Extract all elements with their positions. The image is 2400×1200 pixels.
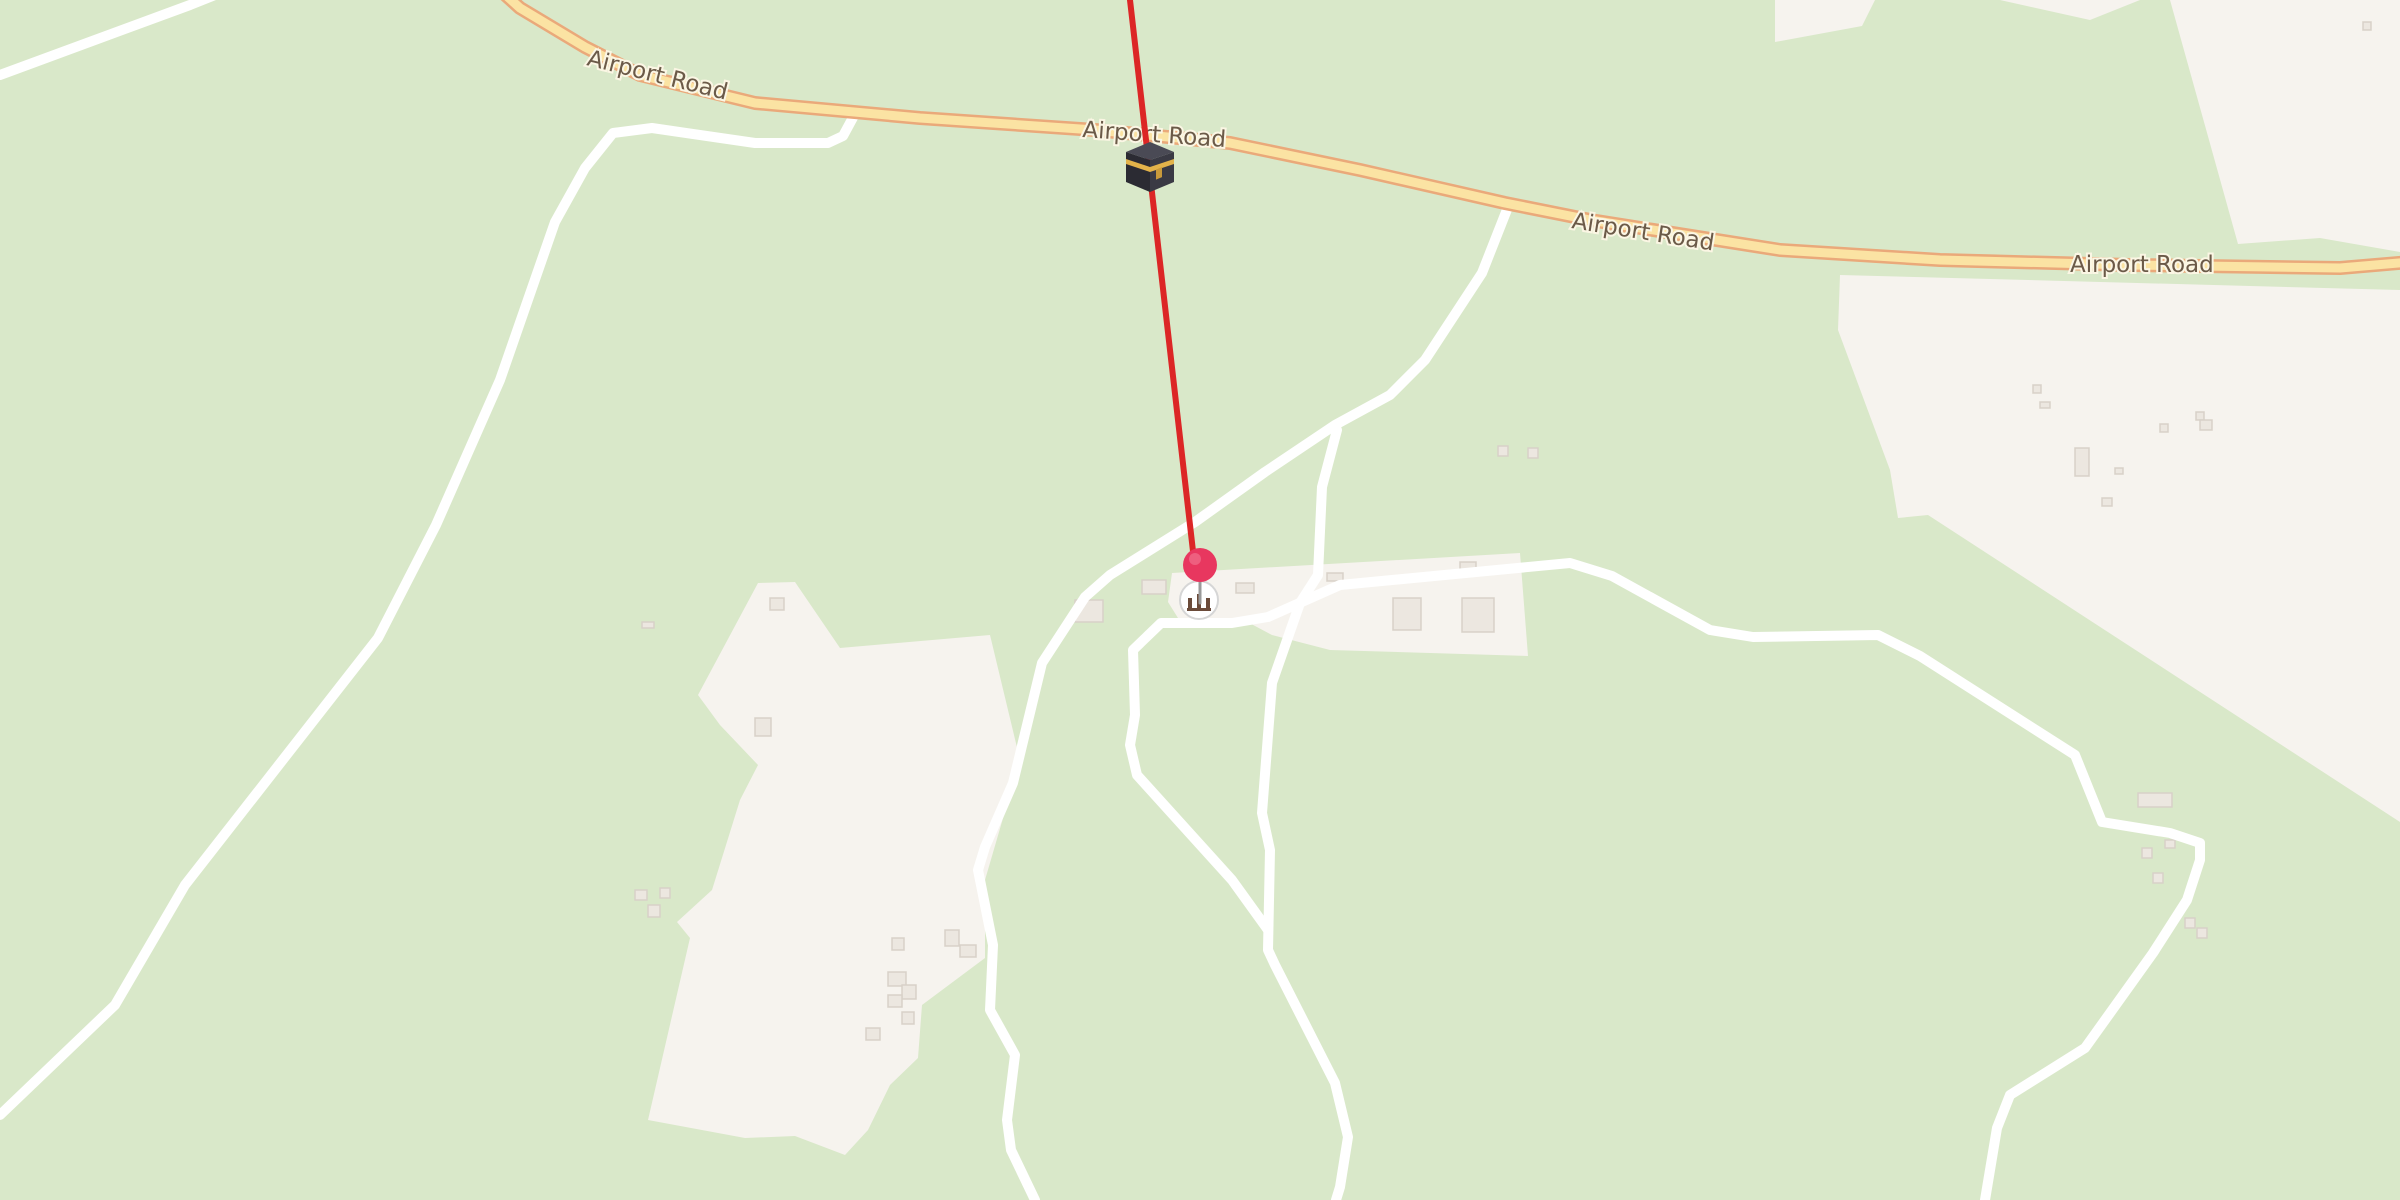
building	[1392, 597, 1422, 631]
building	[887, 994, 903, 1008]
building	[2159, 423, 2169, 433]
building	[2141, 847, 2153, 859]
building	[891, 937, 905, 951]
building	[2152, 872, 2164, 884]
building	[1527, 447, 1539, 459]
building	[1326, 572, 1344, 582]
building	[959, 944, 977, 958]
pin-highlight	[1189, 553, 1201, 565]
building	[901, 984, 917, 1000]
building	[2196, 927, 2208, 939]
building	[2074, 447, 2090, 477]
building	[944, 929, 960, 947]
map-canvas[interactable]: Airport Road Airport Road Airport Road A…	[0, 0, 2400, 1200]
building	[2101, 497, 2113, 507]
building	[887, 971, 907, 987]
building	[754, 717, 772, 737]
building	[641, 621, 655, 629]
building	[2362, 21, 2372, 31]
building	[2032, 384, 2042, 394]
building	[2184, 917, 2196, 929]
building	[2114, 467, 2124, 475]
building	[1141, 579, 1167, 595]
building	[647, 904, 661, 918]
building	[634, 889, 648, 901]
pin-head	[1183, 548, 1217, 582]
building	[2195, 411, 2205, 421]
building	[865, 1027, 881, 1041]
building	[659, 887, 671, 899]
building	[1461, 597, 1495, 633]
building	[2199, 419, 2213, 431]
kaaba-icon[interactable]	[1126, 142, 1174, 192]
building	[1497, 445, 1509, 457]
building	[2164, 839, 2176, 849]
building	[2137, 792, 2173, 808]
building	[769, 597, 785, 611]
building	[2039, 401, 2051, 409]
building	[1235, 582, 1255, 594]
road-label: Airport Road	[2070, 252, 2214, 278]
building	[901, 1011, 915, 1025]
